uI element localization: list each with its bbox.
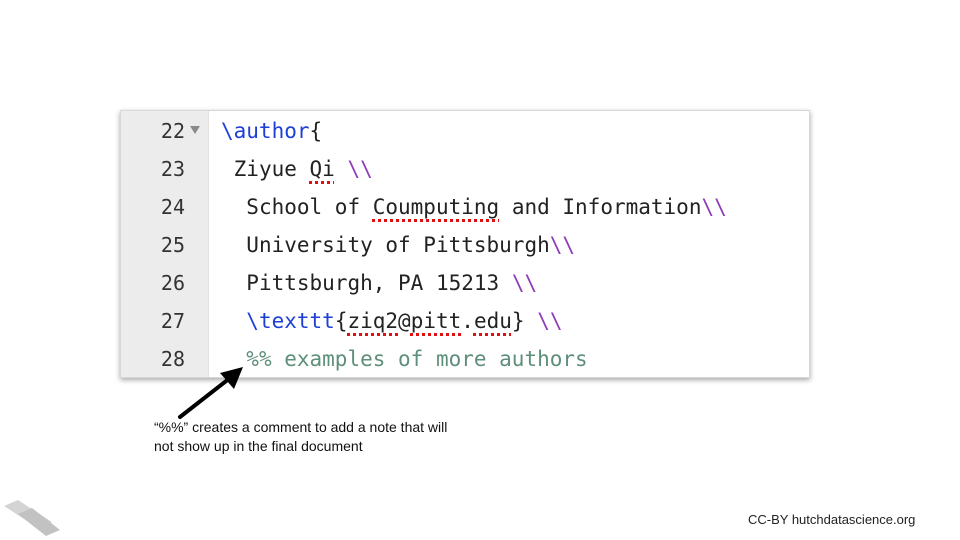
annotation-caption: “%%” creates a comment to add a note tha… bbox=[154, 419, 448, 454]
hutch-logo-icon bbox=[4, 500, 60, 536]
license-footer: CC-BY hutchdatascience.org bbox=[748, 512, 916, 527]
annotation-arrow-icon bbox=[178, 367, 243, 419]
